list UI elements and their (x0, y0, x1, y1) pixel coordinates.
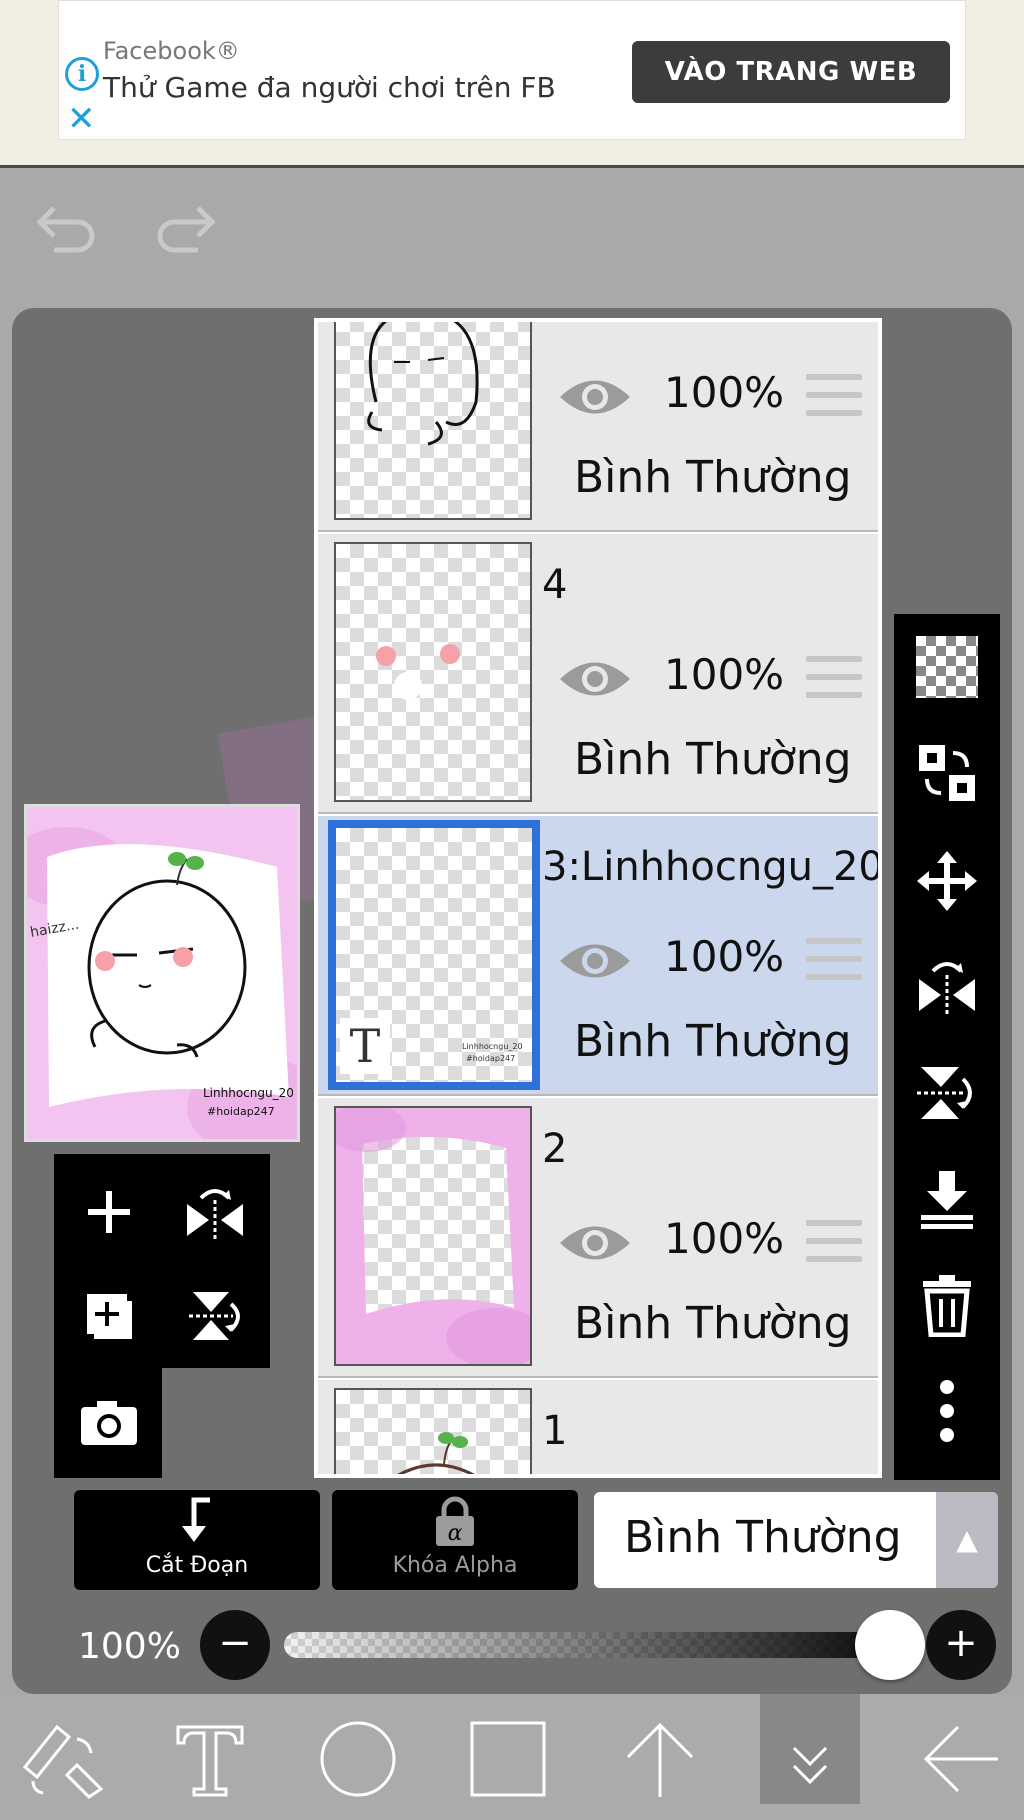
ad-brand: Facebook® (103, 37, 240, 65)
thumb-caption-1: Linhhocngu_20 (462, 1042, 523, 1051)
thumb-caption-2: #hoidap247 (466, 1054, 516, 1063)
clipping-label: Cắt Đoạn (145, 1553, 249, 1578)
opacity-slider-track[interactable] (284, 1632, 914, 1658)
layer-blend-mode: Bình Thường (574, 734, 852, 785)
layer-blend-mode: Bình Thường (574, 452, 852, 503)
opacity-control: 100% − + (0, 1600, 1024, 1690)
right-toolbar (894, 614, 1000, 1480)
alpha-lock-label: Khóa Alpha (392, 1553, 518, 1578)
rotate-layer-icon[interactable] (170, 1266, 260, 1366)
flip-vertical-icon[interactable] (912, 1058, 982, 1128)
text-layer-icon: T (340, 1018, 390, 1074)
flip-horizontal-icon[interactable] (912, 952, 982, 1022)
collapse-icon[interactable] (760, 1694, 860, 1804)
layer-blend-mode: Bình Thường (574, 1298, 852, 1349)
preview-caption-2: #hoidap247 (207, 1105, 275, 1118)
undo-icon[interactable] (30, 200, 100, 260)
drag-handle-icon[interactable] (806, 656, 862, 698)
layer-thumbnail (334, 322, 532, 520)
layer-opacity: 100% (664, 1214, 785, 1263)
drag-handle-icon[interactable] (806, 374, 862, 416)
layer-row[interactable]: 2 100% Bình Thường (318, 1098, 878, 1378)
eye-icon[interactable] (556, 936, 634, 986)
layer-thumbnail (334, 542, 532, 802)
clipping-button[interactable]: Cắt Đoạn (74, 1490, 320, 1590)
chevron-up-icon[interactable]: ▲ (936, 1492, 998, 1588)
redo-icon[interactable] (152, 200, 222, 260)
text-tool-icon[interactable] (160, 1714, 260, 1804)
eye-icon[interactable] (556, 1218, 634, 1268)
layer-name: 3:Linhhocngu_20 (542, 844, 882, 890)
swap-layers-icon[interactable] (912, 738, 982, 808)
move-icon[interactable] (912, 846, 982, 916)
layer-row[interactable]: 4 100% Bình Thường (318, 534, 878, 814)
arrow-up-icon[interactable] (610, 1714, 710, 1804)
blend-mode-select[interactable]: Bình Thường ▲ (594, 1492, 998, 1588)
ellipse-tool-icon[interactable] (308, 1714, 408, 1804)
layer-opacity: 100% (664, 650, 785, 699)
flip-layer-icon[interactable] (170, 1162, 260, 1262)
svg-text:α: α (448, 1521, 463, 1546)
lock-icon: α (436, 1496, 474, 1546)
clipping-icon (182, 1497, 210, 1542)
preview-caption-1: Linhhocngu_20 (203, 1086, 294, 1100)
drag-handle-icon[interactable] (806, 1220, 862, 1262)
layer-name: 4 (542, 562, 568, 608)
eye-icon[interactable] (556, 654, 634, 704)
info-icon[interactable]: i (65, 57, 99, 91)
eye-icon[interactable] (556, 372, 634, 422)
layer-tools (54, 1154, 270, 1478)
back-icon[interactable] (910, 1714, 1010, 1804)
duplicate-layer-icon[interactable] (64, 1266, 154, 1366)
layer-list[interactable]: 100% Bình Thường 4 100% Bình Thường T Li… (314, 318, 882, 1478)
plus-icon[interactable]: + (926, 1610, 996, 1680)
camera-icon[interactable] (64, 1372, 154, 1472)
layer-row-selected[interactable]: T Linhhocngu_20 #hoidap247 3:Linhhocngu_… (318, 816, 878, 1096)
transparency-icon[interactable] (912, 632, 982, 702)
layer-thumbnail (334, 1388, 532, 1474)
layer-opacity: 100% (664, 368, 785, 417)
trash-icon[interactable] (912, 1270, 982, 1340)
ad-cta-button[interactable]: VÀO TRANG WEB (632, 41, 950, 103)
blend-mode-value: Bình Thường (624, 1512, 902, 1563)
layer-thumbnail (334, 1106, 532, 1366)
more-icon[interactable] (912, 1376, 982, 1446)
merge-down-icon[interactable] (912, 1164, 982, 1234)
add-layer-icon[interactable] (64, 1162, 154, 1262)
ad-card[interactable]: i ✕ Facebook® Thử Game đa người chơi trê… (58, 0, 966, 140)
close-icon[interactable]: ✕ (67, 99, 96, 139)
minus-icon[interactable]: − (200, 1610, 270, 1680)
drag-handle-icon[interactable] (806, 938, 862, 980)
bottom-toolbar (0, 1694, 1024, 1820)
layer-thumbnail: T Linhhocngu_20 #hoidap247 (328, 820, 540, 1090)
layer-row[interactable]: 100% Bình Thường (318, 322, 878, 532)
rectangle-tool-icon[interactable] (458, 1714, 558, 1804)
layer-blend-mode: Bình Thường (574, 1016, 852, 1067)
canvas-preview[interactable]: haizz... Linhhocngu_20 #hoidap247 (24, 804, 300, 1142)
opacity-slider-knob[interactable] (854, 1610, 925, 1680)
transform-icon[interactable] (12, 1714, 112, 1804)
layer-row[interactable]: 1 (318, 1380, 878, 1474)
ad-banner[interactable]: i ✕ Facebook® Thử Game đa người chơi trê… (0, 0, 1024, 168)
layer-opacity: 100% (664, 932, 785, 981)
alpha-lock-button[interactable]: α Khóa Alpha (332, 1490, 578, 1590)
layer-name: 2 (542, 1126, 568, 1172)
ad-headline: Thử Game đa người chơi trên FB (103, 71, 556, 104)
opacity-label: 100% (78, 1626, 181, 1667)
layer-name: 1 (542, 1408, 568, 1454)
